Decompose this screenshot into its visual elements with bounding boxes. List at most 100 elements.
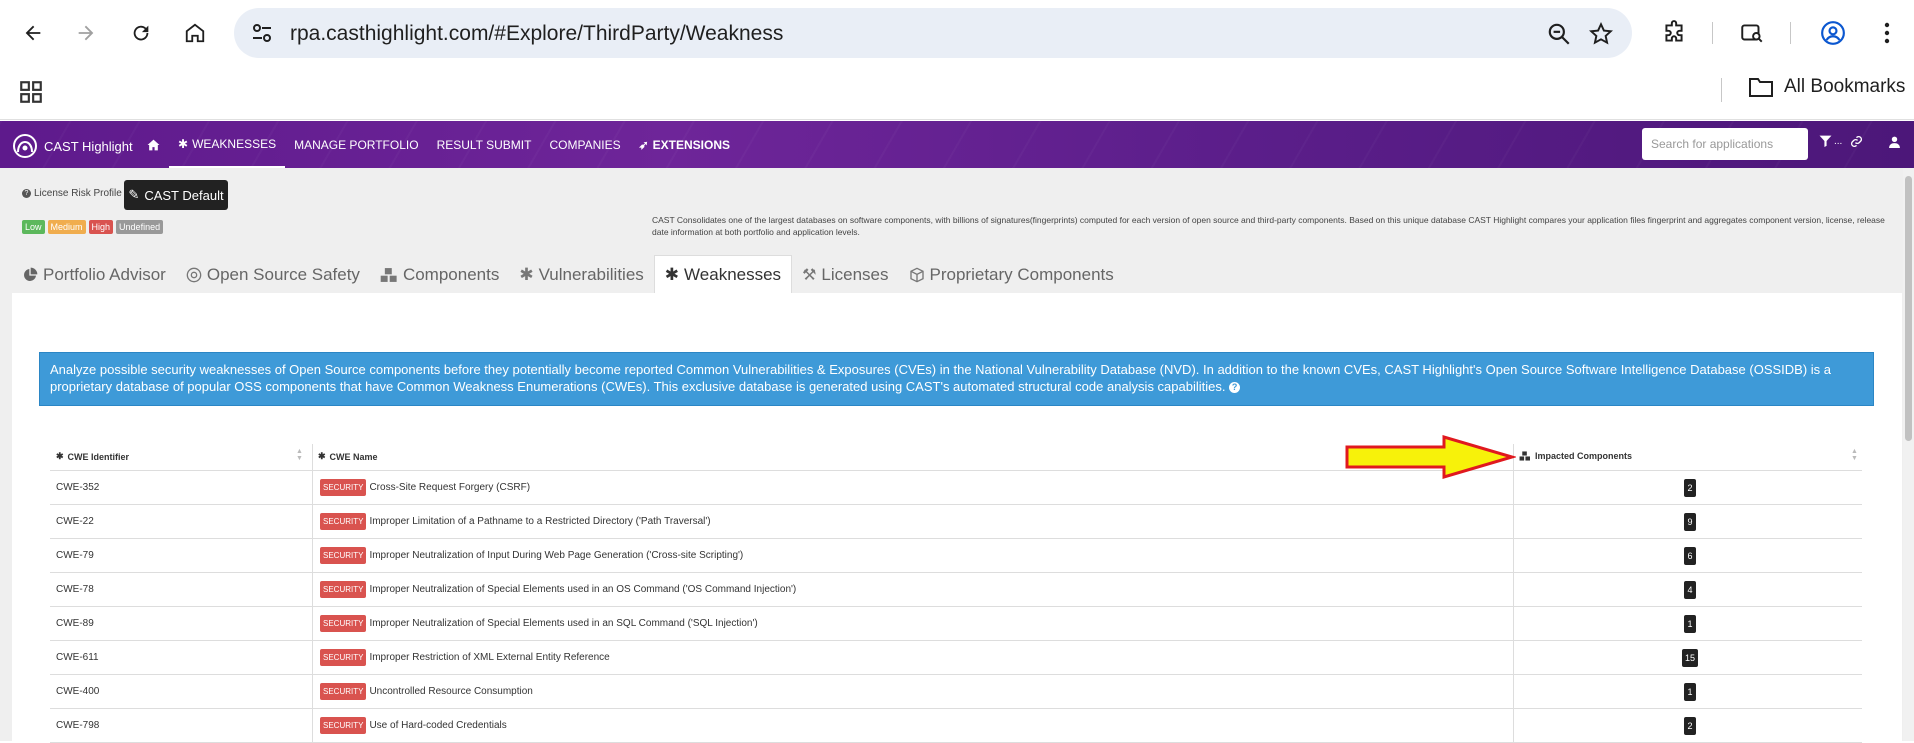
- help-icon[interactable]: ?: [1229, 382, 1241, 394]
- info-box-text: Analyze possible security weaknesses of …: [50, 362, 1832, 394]
- cwe-name-cell[interactable]: SECURITY Improper Limitation of a Pathnam…: [320, 513, 711, 530]
- impacted-count-badge[interactable]: 1: [1684, 615, 1696, 633]
- column-divider: [312, 709, 313, 742]
- brand-logo[interactable]: CAST Highlight: [12, 133, 133, 159]
- site-settings-icon[interactable]: [250, 21, 274, 45]
- table-row[interactable]: CWE-89 SECURITY Improper Neutralization of…: [50, 607, 1862, 641]
- cwe-identifier[interactable]: CWE-79: [56, 550, 94, 561]
- nav-extensions-label: EXTENSIONS: [652, 137, 731, 152]
- forward-button[interactable]: [69, 16, 103, 50]
- table-row[interactable]: CWE-79 SECURITY Improper Neutralization of…: [50, 539, 1862, 573]
- cwe-name-cell[interactable]: SECURITY Use of Hard-coded Credentials: [320, 717, 507, 734]
- cwe-identifier[interactable]: CWE-78: [56, 584, 94, 595]
- header-cwe-identifier-label: CWE Identifier: [67, 451, 130, 462]
- legend-low: Low: [22, 220, 45, 234]
- cwe-identifier[interactable]: CWE-22: [56, 516, 94, 527]
- table-row[interactable]: CWE-611 SECURITY Improper Restriction of X…: [50, 641, 1862, 675]
- tab-bar: Portfolio Advisor Open Source Safety Com…: [12, 255, 1124, 294]
- wrench-icon: ✎: [128, 187, 140, 202]
- sort-icon[interactable]: ▲ ▼: [296, 448, 303, 462]
- header-impacted-components[interactable]: Impacted Components: [1519, 451, 1632, 461]
- home-button[interactable]: [178, 16, 212, 50]
- license-risk-profile-label: License Risk Profile: [34, 188, 122, 199]
- zoom-out-icon[interactable]: [1546, 21, 1572, 47]
- nav-companies[interactable]: COMPANIES: [540, 121, 629, 168]
- legend-undefined: Undefined: [116, 220, 164, 234]
- impacted-count-badge[interactable]: 6: [1684, 547, 1696, 565]
- table-row[interactable]: CWE-798 SECURITY Use of Hard-coded Credent…: [50, 709, 1862, 743]
- highlight-arrow-icon: [1345, 434, 1516, 480]
- help-icon[interactable]: ?: [22, 189, 31, 198]
- tab-vulnerabilities[interactable]: ✱ Vulnerabilities: [509, 256, 653, 294]
- link-button[interactable]: [1850, 135, 1863, 148]
- star-icon[interactable]: [1588, 21, 1614, 47]
- bug-icon: ✱: [178, 136, 189, 151]
- nav-companies-label: COMPANIES: [549, 137, 621, 152]
- url-text: rpa.casthighlight.com/#Explore/ThirdPart…: [290, 22, 784, 45]
- menu-dots-icon[interactable]: [1872, 18, 1902, 48]
- cwe-name-cell[interactable]: SECURITY Uncontrolled Resource Consumptio…: [320, 683, 533, 700]
- cwe-name-cell[interactable]: SECURITY Cross-Site Request Forgery (CSRF…: [320, 479, 530, 496]
- nav-result-submit[interactable]: RESULT SUBMIT: [428, 121, 541, 168]
- tab-weaknesses[interactable]: ✱ Weaknesses: [653, 255, 793, 294]
- tab-portfolio-advisor[interactable]: Portfolio Advisor: [12, 256, 176, 294]
- apps-grid-icon[interactable]: [18, 79, 44, 105]
- nav-home[interactable]: [138, 121, 169, 168]
- address-bar[interactable]: rpa.casthighlight.com/#Explore/ThirdPart…: [234, 8, 1632, 58]
- nav-weaknesses[interactable]: ✱ WEAKNESSES: [169, 121, 286, 168]
- cwe-identifier[interactable]: CWE-611: [56, 652, 99, 663]
- arrow-right-icon: [78, 25, 94, 41]
- scrollbar-thumb[interactable]: [1905, 176, 1912, 441]
- table-row[interactable]: CWE-22 SECURITY Improper Limitation of a P…: [50, 505, 1862, 539]
- cwe-identifier[interactable]: CWE-89: [56, 618, 94, 629]
- cwe-name-cell[interactable]: SECURITY Improper Restriction of XML Exte…: [320, 649, 610, 666]
- column-divider: [312, 505, 313, 538]
- column-divider: [1513, 709, 1514, 742]
- search-input[interactable]: Search for applications: [1642, 128, 1808, 160]
- page-scrollbar[interactable]: [1903, 168, 1914, 741]
- tab-search-icon[interactable]: [1737, 18, 1767, 48]
- tab-licenses[interactable]: ⚒ Licenses: [792, 256, 898, 294]
- tab-proprietary-components[interactable]: Proprietary Components: [899, 256, 1124, 294]
- impacted-count-badge[interactable]: 15: [1681, 649, 1699, 667]
- nav-extensions[interactable]: ➶ EXTENSIONS: [630, 121, 739, 168]
- impacted-count-badge[interactable]: 2: [1684, 717, 1696, 735]
- impacted-count-badge[interactable]: 9: [1684, 513, 1696, 531]
- impacted-count-badge[interactable]: 1: [1684, 683, 1696, 701]
- security-badge: SECURITY: [320, 683, 367, 700]
- column-divider: [312, 444, 313, 470]
- cwe-name-cell[interactable]: SECURITY Improper Neutralization of Speci…: [320, 615, 758, 632]
- nav-manage-portfolio[interactable]: MANAGE PORTFOLIO: [285, 121, 427, 168]
- legend-high: High: [88, 220, 114, 234]
- cwe-identifier[interactable]: CWE-400: [56, 686, 99, 697]
- sort-icon[interactable]: ▲ ▼: [1851, 448, 1858, 462]
- tab-components[interactable]: Components: [370, 256, 509, 294]
- table-row[interactable]: CWE-400 SECURITY Uncontrolled Resource Con…: [50, 675, 1862, 709]
- profile-icon[interactable]: [1818, 18, 1848, 48]
- cast-default-button[interactable]: ✎ CAST Default: [124, 180, 228, 210]
- reload-button[interactable]: [124, 16, 158, 50]
- impacted-count-badge[interactable]: 4: [1684, 581, 1696, 599]
- column-divider: [312, 539, 313, 572]
- all-bookmarks-button[interactable]: All Bookmarks: [1748, 76, 1905, 98]
- cwe-name: Improper Restriction of XML External Ent…: [369, 652, 610, 663]
- back-button[interactable]: [16, 16, 50, 50]
- header-cwe-identifier[interactable]: ✱ CWE Identifier: [56, 451, 129, 462]
- user-button[interactable]: [1888, 135, 1901, 149]
- impacted-count-badge[interactable]: 2: [1684, 479, 1696, 497]
- cwe-identifier[interactable]: CWE-798: [56, 720, 99, 731]
- main-nav: ✱ WEAKNESSES MANAGE PORTFOLIO RESULT SUB…: [138, 121, 739, 168]
- tab-open-source-safety[interactable]: Open Source Safety: [176, 256, 370, 294]
- column-divider: [1513, 573, 1514, 606]
- extensions-icon[interactable]: [1659, 18, 1689, 48]
- header-cwe-name[interactable]: ✱ CWE Name: [318, 451, 378, 462]
- table-row[interactable]: CWE-78 SECURITY Improper Neutralization of…: [50, 573, 1862, 607]
- home-icon: [147, 139, 160, 150]
- cwe-name-cell[interactable]: SECURITY Improper Neutralization of Input…: [320, 547, 743, 564]
- cwe-name-cell[interactable]: SECURITY Improper Neutralization of Speci…: [320, 581, 796, 598]
- header-impacted-components-label: Impacted Components: [1535, 451, 1633, 461]
- cwe-identifier[interactable]: CWE-352: [56, 482, 99, 493]
- filter-button[interactable]: ...: [1819, 135, 1842, 147]
- table-row[interactable]: CWE-352 SECURITY Cross-Site Request Forger…: [50, 471, 1862, 505]
- column-divider: [312, 675, 313, 708]
